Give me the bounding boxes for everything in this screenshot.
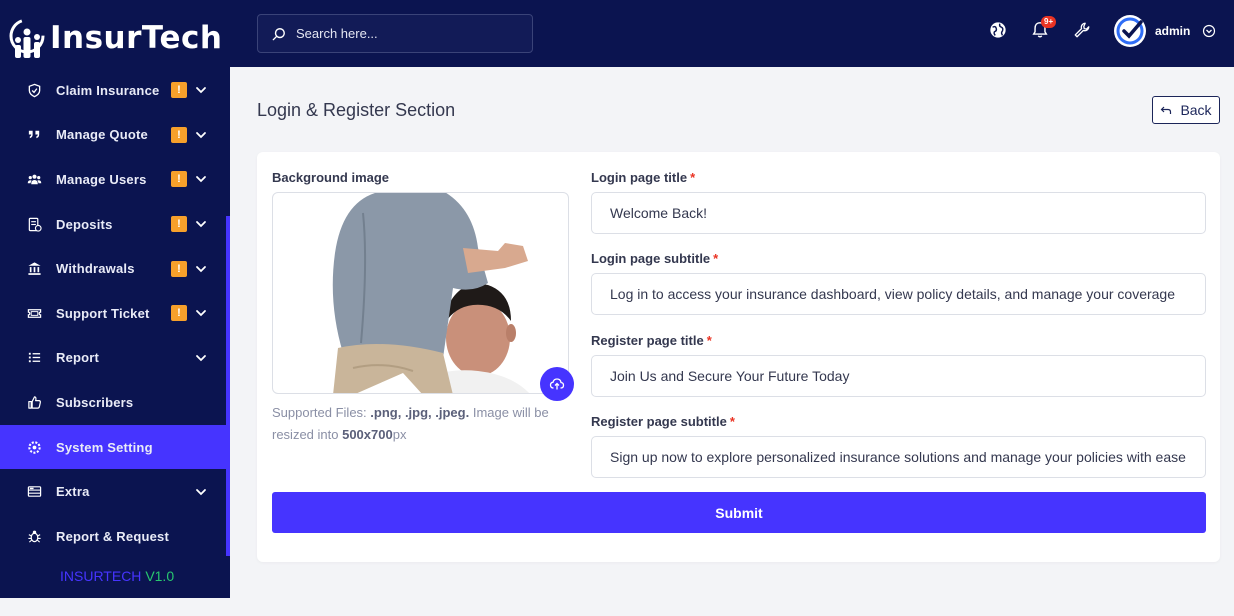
warning-badge: !: [171, 171, 187, 188]
page-title: Login & Register Section: [257, 100, 456, 120]
sidebar-item-label: Report & Request: [56, 528, 169, 544]
background-image-preview: [272, 192, 569, 394]
bank-icon: [26, 261, 42, 277]
logo-mark-icon: [8, 16, 48, 60]
sidebar-item-claim-insurance[interactable]: Claim Insurance!: [0, 68, 230, 113]
avatar-check-icon: [1116, 17, 1144, 45]
cloud-upload-icon: [549, 378, 565, 390]
sidebar-item-manage-users[interactable]: Manage Users!: [0, 157, 230, 202]
submit-button[interactable]: Submit: [272, 492, 1206, 533]
warning-badge: !: [171, 216, 187, 233]
deposit-icon: [26, 216, 42, 232]
warning-badge: !: [171, 126, 187, 143]
sidebar-item-report[interactable]: Report: [0, 336, 230, 381]
list-icon: [26, 350, 42, 366]
search-icon: [272, 27, 285, 40]
sidebar-item-label: Support Ticket: [56, 305, 150, 321]
back-label: Back: [1180, 102, 1212, 118]
wrench-icon[interactable]: [1072, 20, 1092, 40]
sidebar-item-label: Deposits: [56, 216, 113, 232]
username[interactable]: admin: [1155, 24, 1190, 38]
sidebar-item-label: Withdrawals: [56, 261, 135, 277]
login-subtitle-label: Login page subtitle *: [591, 251, 719, 266]
sidebar-item-deposits[interactable]: Deposits!: [0, 202, 230, 247]
sidebar-item-label: Extra: [56, 484, 90, 500]
sidebar-item-label: Claim Insurance: [56, 82, 160, 98]
register-title-input[interactable]: [591, 355, 1206, 397]
sidebar-item-label: Subscribers: [56, 394, 134, 410]
sidebar-item-system-setting[interactable]: System Setting: [0, 424, 230, 470]
sidebar-item-extra[interactable]: Extra: [0, 469, 230, 514]
upload-image-button[interactable]: [540, 367, 574, 401]
users-icon: [26, 171, 42, 187]
chevron-down-icon[interactable]: [194, 485, 208, 499]
chevron-down-icon[interactable]: [194, 83, 208, 97]
search-box[interactable]: [257, 14, 533, 53]
warning-badge: !: [171, 82, 187, 99]
chevron-down-icon[interactable]: [194, 306, 208, 320]
bug-icon: [26, 528, 42, 544]
sidebar-scrollbar[interactable]: [226, 216, 230, 556]
register-subtitle-input[interactable]: [591, 436, 1206, 478]
register-title-label: Register page title *: [591, 333, 712, 348]
chevron-down-icon[interactable]: [194, 128, 208, 142]
sidebar: InsurTech Claim Insurance! Manage Quote! M…: [0, 0, 230, 598]
sidebar-item-label: Manage Quote: [56, 127, 148, 143]
register-subtitle-label: Register page subtitle *: [591, 414, 735, 429]
settings-card: Background image Supported Files: .png, …: [257, 152, 1220, 562]
back-button[interactable]: Back: [1152, 96, 1220, 124]
globe-icon[interactable]: [988, 20, 1008, 40]
sidebar-nav: Claim Insurance! Manage Quote! Manage User…: [0, 68, 230, 559]
chevron-down-icon[interactable]: [194, 172, 208, 186]
topbar: 9+ admin: [230, 0, 1234, 67]
warning-badge: !: [171, 260, 187, 277]
sidebar-item-label: Manage Users: [56, 171, 147, 187]
server-icon: [26, 484, 42, 500]
ticket-icon: [26, 305, 42, 321]
sidebar-item-manage-quote[interactable]: Manage Quote!: [0, 113, 230, 158]
back-arrow-icon: [1161, 106, 1172, 114]
sidebar-item-withdrawals[interactable]: Withdrawals!: [0, 246, 230, 291]
user-menu-chevron-icon[interactable]: [1202, 24, 1216, 38]
version-label: INSURTECH V1.0: [60, 568, 175, 584]
thumbs-up-icon: [26, 394, 42, 410]
sidebar-item-subscribers[interactable]: Subscribers: [0, 380, 230, 425]
login-title-input[interactable]: [591, 192, 1206, 234]
chevron-down-icon[interactable]: [194, 217, 208, 231]
warning-badge: !: [171, 305, 187, 322]
gear-icon: [26, 439, 42, 455]
sidebar-item-label: System Setting: [56, 439, 153, 455]
supported-files-hint: Supported Files: .png, .jpg, .jpeg. Imag…: [272, 405, 549, 442]
logo-text: InsurTech: [50, 20, 223, 56]
sidebar-item-report-request[interactable]: Report & Request: [0, 514, 230, 559]
login-title-label: Login page title *: [591, 170, 696, 185]
chevron-down-icon[interactable]: [194, 351, 208, 365]
search-input[interactable]: [296, 26, 516, 41]
background-image-label: Background image: [272, 170, 390, 185]
login-subtitle-input[interactable]: [591, 273, 1206, 315]
sidebar-item-support-ticket[interactable]: Support Ticket!: [0, 291, 230, 336]
avatar[interactable]: [1114, 15, 1146, 47]
chevron-down-icon[interactable]: [194, 262, 208, 276]
sidebar-item-label: Report: [56, 350, 100, 366]
shield-icon: [26, 82, 42, 98]
child-on-shoulders-illustration: [332, 193, 529, 393]
logo[interactable]: InsurTech: [8, 14, 222, 62]
notification-badge: 9+: [1041, 16, 1057, 28]
quote-icon: [26, 127, 42, 143]
notification-bell[interactable]: 9+: [1030, 16, 1057, 40]
